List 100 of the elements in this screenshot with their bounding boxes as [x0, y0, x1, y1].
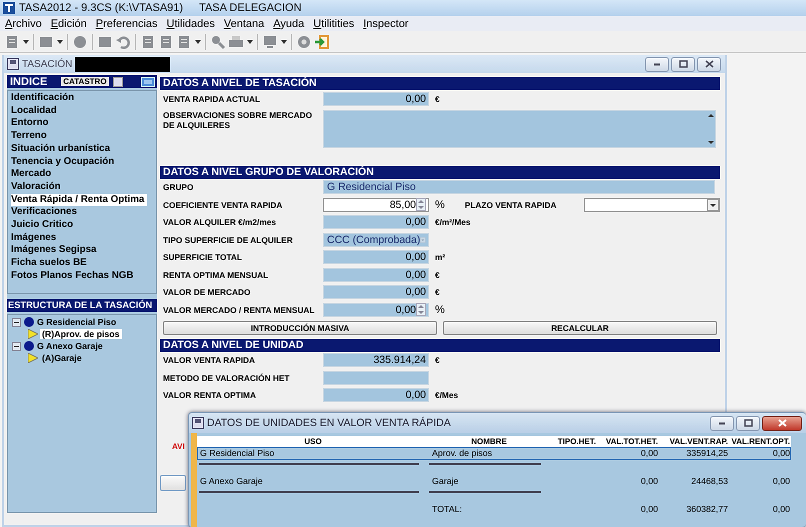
collapse-icon[interactable]: [12, 342, 21, 350]
app-context: TASA DELEGACION: [199, 2, 302, 14]
document-icon[interactable]: [140, 34, 156, 50]
action-button[interactable]: INTRODUCCIÓN MASIVA: [163, 320, 437, 334]
form-button[interactable]: [160, 475, 186, 491]
index-item[interactable]: Valoración: [11, 180, 64, 194]
table-cell-text: G Residencial Piso: [199, 448, 276, 459]
action-button[interactable]: RECALCULAR: [443, 320, 717, 334]
circle-icon: [24, 317, 34, 327]
circle-icon: [24, 341, 34, 351]
undo-icon[interactable]: [115, 34, 131, 50]
menu-item[interactable]: Utilidades: [166, 18, 215, 30]
index-item[interactable]: Imágenes Segipsa: [11, 244, 100, 258]
minimize-button[interactable]: [645, 56, 669, 72]
index-item[interactable]: Juicio Critico: [11, 219, 76, 232]
number-field[interactable]: 0,00: [323, 268, 429, 282]
menu-item[interactable]: Preferencias: [96, 18, 158, 30]
warning-text: AVI: [172, 442, 185, 451]
window-icon[interactable]: [141, 76, 155, 86]
maximize-icon: [744, 419, 752, 427]
dropdown-field[interactable]: CCC (Comprobada): [323, 232, 429, 247]
column-header[interactable]: VAL.RENT.OPT.: [729, 436, 791, 447]
panel-title: ESTRUCTURA DE LA TASACIÓN: [7, 299, 157, 312]
spin-field[interactable]: 0,00: [323, 302, 429, 317]
spinner-icon[interactable]: [416, 303, 426, 316]
field-label: VENTA RAPIDA ACTUAL: [162, 94, 262, 104]
menu-item[interactable]: Edición: [50, 18, 87, 30]
table-cell-text: Aprov. de pisos: [431, 448, 493, 459]
column-header[interactable]: TIPO.HET.: [549, 436, 597, 447]
minimize-button[interactable]: [710, 416, 734, 430]
spinner-icon[interactable]: [416, 198, 426, 212]
field-label: VALOR ALQUILER €/m2/mes: [162, 217, 277, 228]
menu-item[interactable]: Ayuda: [273, 18, 304, 30]
number-field[interactable]: 0,00: [323, 388, 429, 402]
text-field[interactable]: G Residencial Piso: [323, 180, 715, 194]
unit-label: €: [435, 355, 440, 366]
number-field[interactable]: 335.914,24: [323, 353, 429, 368]
tree-item[interactable]: G Residencial Piso: [37, 317, 116, 327]
notes-field[interactable]: [323, 110, 716, 148]
column-header[interactable]: USO: [197, 436, 429, 447]
dropdown-field[interactable]: [584, 198, 720, 212]
field-label: OBSERVACIONES SOBRE MERCADO DE ALQUILERES: [162, 110, 314, 130]
close-button[interactable]: [697, 56, 721, 72]
close-button[interactable]: [762, 416, 802, 430]
number-field[interactable]: 0,00: [323, 92, 429, 106]
column-header[interactable]: NOMBRE: [429, 436, 549, 447]
index-item[interactable]: Fotos Planos Fechas NGB: [11, 270, 136, 283]
collapse-icon[interactable]: [12, 318, 21, 326]
menu-item[interactable]: Archivo: [5, 18, 42, 30]
number-field[interactable]: 0,00: [323, 215, 429, 230]
checkbox[interactable]: [112, 76, 123, 86]
field-label: SUPERFICIE TOTAL: [162, 252, 243, 262]
spin-field[interactable]: 85,00: [323, 198, 429, 212]
index-item[interactable]: Imágenes: [11, 232, 60, 244]
table-cell-text: 0,00: [772, 448, 791, 459]
index-item[interactable]: Identificación: [11, 92, 78, 105]
maximize-button[interactable]: [671, 56, 695, 72]
index-item[interactable]: Verificaciones: [11, 206, 80, 220]
table-cell-text: 0,00: [640, 476, 659, 487]
index-item[interactable]: Ficha suelos BE: [11, 257, 90, 270]
help-icon[interactable]: [296, 34, 312, 50]
number-field[interactable]: [323, 370, 429, 385]
menu-item[interactable]: Ventana: [224, 18, 264, 30]
field-label: TIPO SUPERFICIE DE ALQUILER: [162, 234, 294, 245]
exit-icon[interactable]: [314, 34, 330, 50]
document-icon[interactable]: [158, 34, 174, 50]
number-field[interactable]: 0,00: [323, 285, 429, 300]
menu-item[interactable]: Inspector: [363, 18, 408, 30]
number-field[interactable]: 0,00: [323, 250, 429, 264]
search-icon[interactable]: [210, 34, 226, 50]
panel-title: INDICE: [10, 76, 48, 88]
unit-label: €: [435, 270, 440, 280]
unit-label: €: [435, 287, 440, 298]
triangle-icon: [28, 353, 38, 363]
column-header[interactable]: VAL.TOT.HET.: [597, 436, 659, 447]
unit-label: €/Mes: [435, 390, 458, 400]
column-header[interactable]: VAL.VENT.RAP.: [659, 436, 729, 447]
unit-label: %: [435, 304, 445, 316]
field-label: VALOR VENTA RAPIDA: [162, 355, 256, 366]
index-item[interactable]: Terreno: [11, 130, 50, 143]
tree-item[interactable]: (R)Aprov. de pisos: [40, 329, 122, 339]
index-item[interactable]: Tenencia y Ocupación: [11, 156, 118, 168]
index-item[interactable]: Mercado: [11, 168, 54, 181]
field-label: VALOR RENTA OPTIMA: [162, 390, 257, 400]
index-item[interactable]: Entorno: [11, 117, 52, 130]
dropdown-button[interactable]: [707, 198, 719, 211]
tree-item[interactable]: G Anexo Garaje: [37, 341, 103, 351]
index-item[interactable]: Localidad: [11, 104, 60, 118]
app-icon: [3, 2, 15, 14]
field-label: METODO DE VALORACIÓN HET: [162, 372, 290, 383]
window-title: TASACIÓN: [22, 58, 72, 70]
index-item[interactable]: Situación urbanística: [11, 142, 114, 156]
menu-item[interactable]: Utilitities: [313, 18, 354, 30]
maximize-icon: [678, 60, 688, 68]
section-header: DATOS A NIVEL GRUPO DE VALORACIÓN: [160, 166, 720, 178]
tree-item[interactable]: (A)Garaje: [40, 353, 84, 363]
maximize-button[interactable]: [736, 416, 760, 430]
circle-icon[interactable]: [72, 34, 88, 50]
unit-label: €/m²/Mes: [435, 217, 471, 228]
index-item[interactable]: Venta Rápida / Renta Optima: [11, 194, 148, 206]
